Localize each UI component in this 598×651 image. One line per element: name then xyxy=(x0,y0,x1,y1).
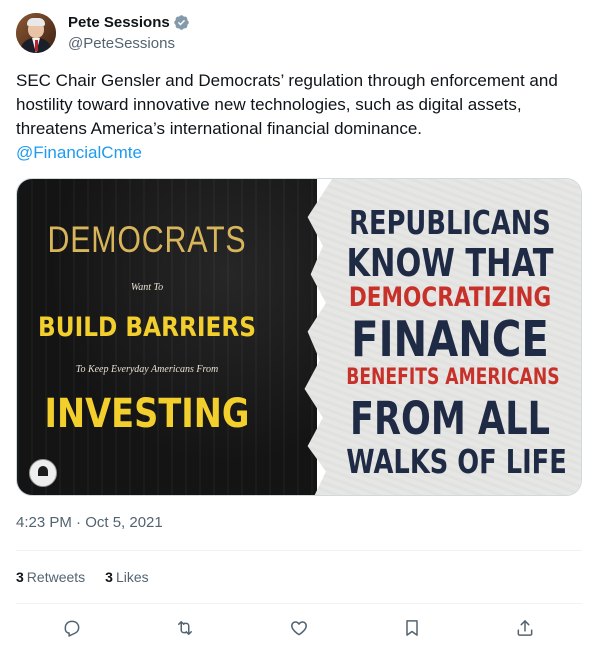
share-button[interactable] xyxy=(513,616,537,640)
image-right-text: REPUBLICANS KNOW THAT DEMOCRATIZING FINA… xyxy=(317,179,581,495)
image-text-from-all: FROM ALL xyxy=(350,392,550,445)
engagement-stats: 3 Retweets 3 Likes xyxy=(16,566,169,588)
like-icon xyxy=(291,621,307,636)
divider xyxy=(16,603,582,604)
image-text-walks-of-life: WALKS OF LIFE xyxy=(346,442,567,481)
author-info: Pete Sessions @PeteSessions xyxy=(68,13,190,54)
author-handle[interactable]: @PeteSessions xyxy=(68,34,190,54)
reply-icon xyxy=(64,620,80,637)
retweets-label: Retweets xyxy=(26,569,86,585)
author-name[interactable]: Pete Sessions xyxy=(68,13,170,33)
image-text-keep: To Keep Everyday Americans From xyxy=(75,364,219,375)
image-text-finance: FINANCE xyxy=(351,311,549,368)
tweet: Pete Sessions @PeteSessions SEC Chair Ge… xyxy=(0,0,598,651)
divider xyxy=(16,550,582,551)
retweet-button[interactable] xyxy=(173,616,197,640)
reply-button[interactable] xyxy=(60,616,84,640)
likes-count: 3 xyxy=(105,569,113,585)
avatar[interactable] xyxy=(16,13,56,53)
capitol-seal-icon xyxy=(29,459,57,487)
bookmark-icon xyxy=(406,620,418,636)
tweet-text: SEC Chair Gensler and Democrats’ regulat… xyxy=(16,69,582,165)
tweet-timestamp[interactable]: 4:23 PM · Oct 5, 2021 xyxy=(16,513,163,533)
verified-badge-icon xyxy=(173,14,190,31)
likes-label: Likes xyxy=(115,569,149,585)
tweet-body: SEC Chair Gensler and Democrats’ regulat… xyxy=(16,71,558,138)
image-text-democratizing: DEMOCRATIZING xyxy=(348,282,552,313)
image-text-democrats: DEMOCRATS xyxy=(47,219,247,260)
image-text-want-to: Want To xyxy=(130,282,164,293)
image-text-republicans: REPUBLICANS xyxy=(349,203,551,242)
likes-stat[interactable]: 3 Likes xyxy=(105,569,148,585)
image-text-benefits: BENEFITS AMERICANS xyxy=(346,365,560,390)
like-button[interactable] xyxy=(287,616,311,640)
action-bar xyxy=(0,611,598,645)
bookmark-button[interactable] xyxy=(400,616,424,640)
image-left-text: DEMOCRATS Want To BUILD BARRIERS To Keep… xyxy=(17,179,277,495)
retweets-count: 3 xyxy=(16,569,24,585)
retweets-stat[interactable]: 3 Retweets xyxy=(16,569,85,585)
image-text-know-that: KNOW THAT xyxy=(346,241,554,285)
mention-link[interactable]: @FinancialCmte xyxy=(16,141,142,165)
retweet-icon xyxy=(178,621,192,635)
tweet-header: Pete Sessions @PeteSessions xyxy=(16,11,190,55)
share-icon xyxy=(517,620,533,636)
tweet-image[interactable]: DEMOCRATS Want To BUILD BARRIERS To Keep… xyxy=(16,178,582,496)
image-text-build-barriers: BUILD BARRIERS xyxy=(38,312,256,343)
image-text-investing: INVESTING xyxy=(44,391,250,437)
